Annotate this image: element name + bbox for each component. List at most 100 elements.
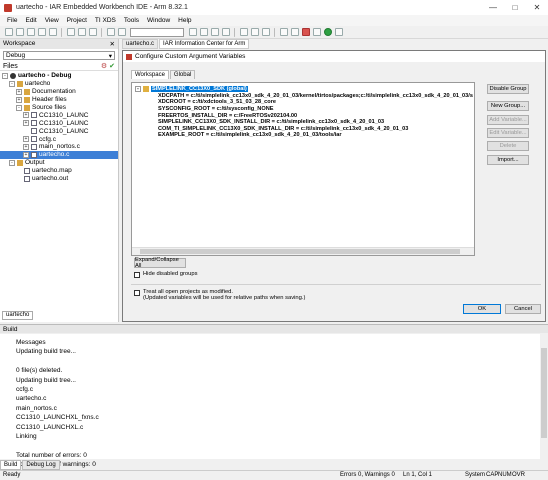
variable-row[interactable]: XDCROOT = c:/ti/xdctools_3_51_03_28_core (132, 99, 474, 106)
debug-without-download-icon[interactable] (334, 28, 343, 36)
tree-item[interactable]: + CC1310_LAUNC (0, 111, 118, 119)
menu-edit[interactable]: Edit (21, 17, 40, 24)
paste-icon[interactable] (88, 28, 97, 36)
nav-forward-icon[interactable] (261, 28, 270, 36)
editor-tab-info-center[interactable]: IAR Information Center for Arm (159, 39, 250, 49)
variables-list[interactable]: - SIMPLELINK_CC13X0_SDK (global) XDCPATH… (131, 82, 475, 256)
tree-item[interactable]: uartecho.out (0, 175, 118, 183)
tree-item[interactable]: uartecho.map (0, 167, 118, 175)
bookmark-icon[interactable] (239, 28, 248, 36)
make-icon[interactable] (290, 28, 299, 36)
tree-item[interactable]: CC1310_LAUNC (0, 127, 118, 135)
variable-row[interactable]: FREERTOS_INSTALL_DIR = c:/FreeRTOSv20210… (132, 112, 474, 119)
variable-row[interactable]: EXAMPLE_ROOT = c:/ti/simplelink_cc13x0_s… (132, 132, 474, 139)
expand-icon[interactable]: + (23, 151, 29, 158)
copy-icon[interactable] (77, 28, 86, 36)
import-button[interactable]: Import... (487, 155, 529, 165)
add-variable-button[interactable]: Add Variable... (487, 115, 529, 125)
delete-button[interactable]: Delete (487, 141, 529, 151)
open-icon[interactable] (15, 28, 24, 36)
cut-icon[interactable] (66, 28, 75, 36)
disable-group-button[interactable]: Disable Group (487, 84, 529, 94)
variable-text: XDCROOT = c:/ti/xdctools_3_51_03_28_core (158, 99, 276, 106)
expand-icon[interactable]: + (16, 96, 22, 103)
expand-collapse-all-button[interactable]: Expand/Collapse All (134, 257, 186, 269)
new-file-icon[interactable] (4, 28, 13, 36)
horizontal-scrollbar[interactable] (132, 247, 474, 255)
horizontal-scrollbar-thumb[interactable] (140, 249, 460, 254)
stop-build-icon[interactable] (301, 28, 310, 36)
tree-item[interactable]: + CC1310_LAUNC (0, 119, 118, 127)
menu-tools[interactable]: Tools (120, 17, 143, 24)
find-in-files-icon[interactable] (210, 28, 219, 36)
menu-view[interactable]: View (41, 17, 63, 24)
compile-icon[interactable] (279, 28, 288, 36)
tab-debug-log[interactable]: Debug Log (22, 460, 60, 470)
tree-item[interactable]: + main_nortos.c (0, 143, 118, 151)
tab-build[interactable]: Build (0, 460, 22, 470)
menu-ti-xds[interactable]: TI XDS (91, 17, 120, 24)
build-configuration-select[interactable]: Debug ▾ (3, 51, 115, 60)
save-icon[interactable] (26, 28, 35, 36)
ok-button[interactable]: OK (463, 304, 501, 314)
redo-icon[interactable] (117, 28, 126, 36)
tree-item-label: CC1310_LAUNC (39, 119, 89, 127)
breakpoint-icon[interactable] (312, 28, 321, 36)
build-vertical-scrollbar[interactable] (540, 334, 548, 459)
tree-item[interactable]: - Source files (0, 104, 118, 112)
file-icon (31, 151, 37, 158)
tree-item[interactable]: + Header files (0, 96, 118, 104)
checkbox-box[interactable] (134, 271, 140, 278)
find-combo[interactable] (130, 27, 184, 37)
edit-variable-button[interactable]: Edit Variable... (487, 128, 529, 138)
editor-tab-uartecho[interactable]: uartecho.c (122, 39, 159, 49)
collapse-icon[interactable]: - (2, 72, 8, 79)
menu-help[interactable]: Help (174, 17, 195, 24)
print-icon[interactable] (48, 28, 57, 36)
collapse-icon[interactable]: - (135, 86, 141, 93)
close-icon[interactable]: ✕ (526, 0, 548, 15)
tab-global[interactable]: Global (169, 70, 196, 79)
menu-file[interactable]: File (3, 17, 21, 24)
expand-icon[interactable]: + (23, 120, 29, 127)
settings-icon[interactable]: ⚙ (101, 63, 107, 70)
close-pane-icon[interactable]: ✕ (110, 40, 115, 48)
variable-row[interactable]: SYSCONFIG_ROOT = c:/ti/sysconfig_NONE (132, 106, 474, 113)
save-all-icon[interactable] (37, 28, 46, 36)
find-next-icon[interactable] (188, 28, 197, 36)
checkbox-box[interactable] (134, 289, 140, 296)
variable-row[interactable]: COM_TI_SIMPLELINK_CC13X0_SDK_INSTALL_DIR… (132, 126, 474, 133)
download-debug-icon[interactable] (323, 28, 332, 36)
tree-item[interactable]: - uartecho (0, 80, 118, 88)
menu-project[interactable]: Project (63, 17, 91, 24)
collapse-icon[interactable]: - (9, 80, 15, 87)
hide-disabled-groups-checkbox[interactable]: Hide disabled groups (134, 271, 197, 278)
treat-all-modified-checkbox[interactable]: Treat all open projects as modified. (Up… (134, 289, 305, 301)
variable-row[interactable]: XDCPATH = c:/ti/simplelink_cc13x0_sdk_4_… (132, 93, 474, 100)
tree-item[interactable]: - Output (0, 159, 118, 167)
expand-icon[interactable]: + (16, 88, 22, 95)
tree-item[interactable]: - uartecho - Debug (0, 72, 118, 80)
collapse-icon[interactable]: - (16, 104, 22, 111)
expand-icon[interactable]: + (23, 112, 29, 119)
go-to-icon[interactable] (221, 28, 230, 36)
expand-icon[interactable]: + (23, 136, 29, 143)
tree-item[interactable]: + ccfg.c (0, 135, 118, 143)
find-prev-icon[interactable] (199, 28, 208, 36)
variable-row[interactable]: SIMPLELINK_CC13X0_SDK_INSTALL_DIR = c:/t… (132, 119, 474, 126)
build-scrollbar-thumb[interactable] (541, 348, 547, 438)
nav-back-icon[interactable] (250, 28, 259, 36)
tree-item[interactable]: + uartecho.c (0, 150, 118, 159)
workspace-tab-uartecho[interactable]: uartecho (2, 311, 34, 320)
cancel-button[interactable]: Cancel (505, 304, 541, 314)
variable-group-row[interactable]: - SIMPLELINK_CC13X0_SDK (global) (132, 86, 474, 93)
undo-icon[interactable] (106, 28, 115, 36)
menu-window[interactable]: Window (143, 17, 174, 24)
tab-workspace[interactable]: Workspace (131, 70, 169, 79)
expand-icon[interactable]: + (23, 143, 29, 150)
maximize-icon[interactable]: □ (504, 0, 526, 15)
new-group-button[interactable]: New Group... (487, 101, 529, 111)
collapse-icon[interactable]: - (9, 159, 15, 166)
minimize-icon[interactable]: — (482, 0, 504, 15)
tree-item[interactable]: + Documentation (0, 88, 118, 96)
